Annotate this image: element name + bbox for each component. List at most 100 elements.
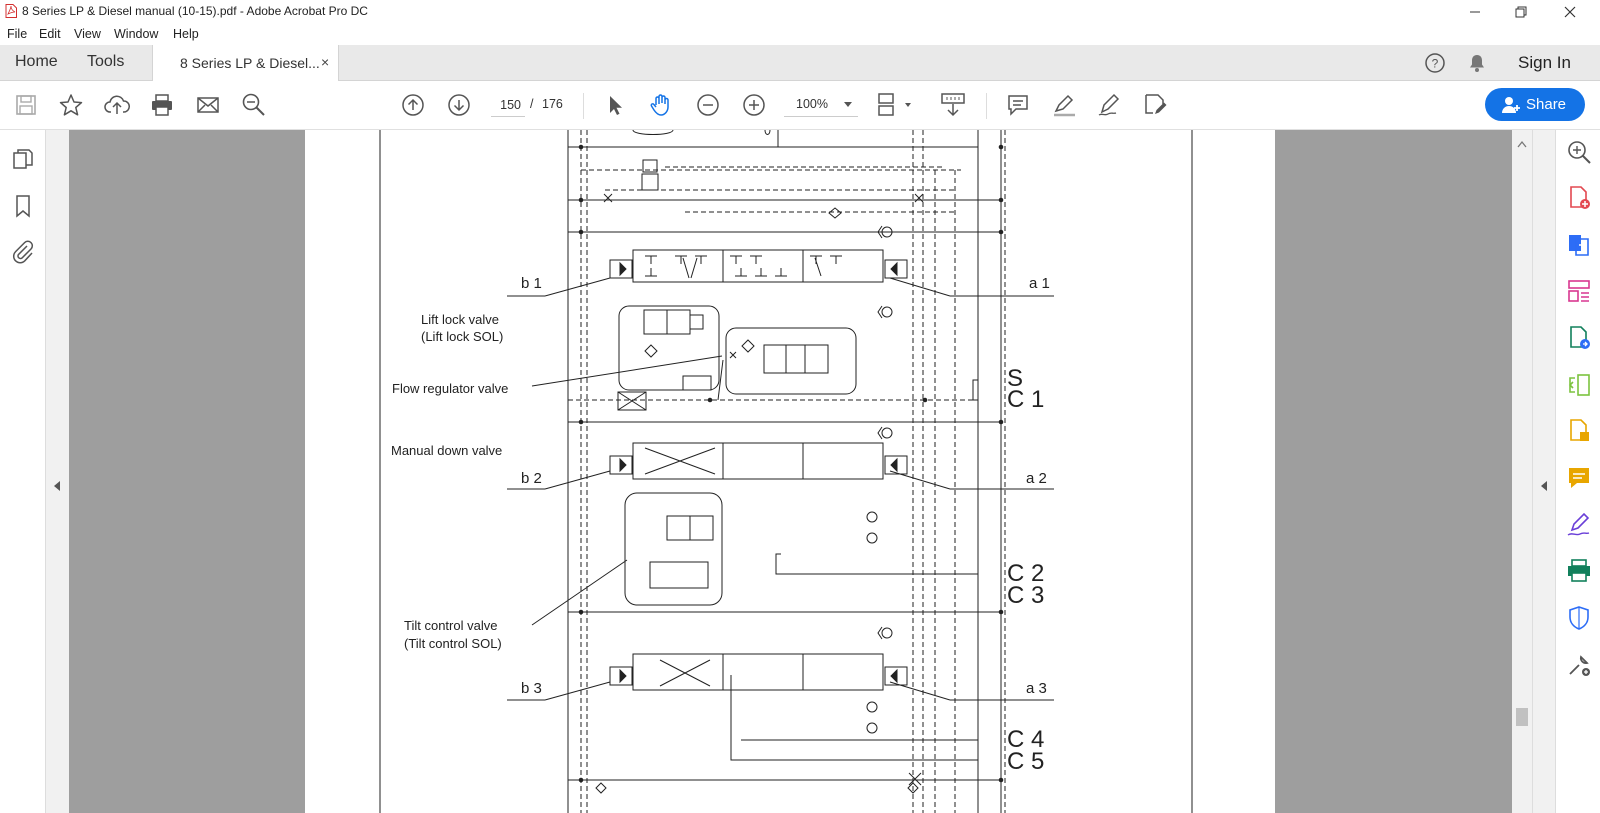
search-zoom-icon [242, 93, 265, 116]
help-icon[interactable]: ? [1424, 52, 1446, 74]
menu-edit[interactable]: Edit [39, 27, 61, 41]
close-icon [1564, 6, 1576, 18]
zoom-level-value: 100% [796, 97, 828, 111]
page-separator: / [530, 97, 534, 111]
menu-view[interactable]: View [74, 27, 101, 41]
page-thumbnails-icon[interactable] [11, 147, 35, 171]
upload-cloud-button[interactable] [103, 91, 131, 119]
select-tool-button[interactable] [601, 91, 629, 119]
draw-button[interactable] [1095, 91, 1123, 119]
port-label-a3: a 3 [1026, 680, 1047, 697]
printer-icon [152, 94, 172, 116]
organize-pages-icon[interactable] [1566, 278, 1592, 304]
save-button[interactable] [12, 91, 40, 119]
scroll-up-arrow-icon[interactable] [1517, 140, 1527, 148]
port-label-a2: a 2 [1026, 470, 1047, 487]
next-page-button[interactable] [445, 91, 473, 119]
print-button[interactable] [148, 91, 176, 119]
search-zoom-icon[interactable] [1566, 139, 1592, 165]
previous-page-button[interactable] [399, 91, 427, 119]
tab-tools[interactable]: Tools [87, 53, 124, 71]
email-button[interactable] [194, 91, 222, 119]
comment-tool-icon[interactable] [1566, 465, 1592, 491]
port-label-c1: C 1 [1007, 386, 1045, 413]
minus-circle-icon [697, 94, 719, 116]
svg-text:?: ? [1432, 57, 1439, 71]
chevron-left-icon [1541, 481, 1547, 491]
highlighter-pen-icon [1054, 94, 1075, 117]
label-manual-down-valve: Manual down valve [391, 443, 503, 458]
edit-document-icon [1145, 94, 1167, 114]
cloud-upload-icon [104, 95, 130, 114]
pointer-arrow-icon [610, 96, 622, 115]
comment-button[interactable] [1004, 91, 1032, 119]
hydraulic-circuit-diagram [379, 130, 1193, 813]
tab-close-button[interactable]: × [321, 54, 329, 70]
print-production-icon[interactable] [1566, 558, 1592, 584]
port-label-b2: b 2 [521, 470, 542, 487]
search-button[interactable] [240, 91, 268, 119]
tab-document[interactable]: 8 Series LP & Diesel... × [152, 45, 339, 82]
zoom-level-dropdown[interactable]: 100% [784, 93, 858, 117]
port-label-c5: C 5 [1007, 748, 1045, 775]
share-file-icon[interactable] [1566, 325, 1592, 351]
left-navigation-panel [0, 130, 46, 813]
toolbar-divider-2 [986, 93, 987, 119]
arrow-down-circle-icon [448, 94, 470, 116]
hand-tool-button[interactable] [648, 91, 676, 119]
label-flow-regulator-valve: Flow regulator valve [392, 381, 509, 396]
left-panel-collapse-bar[interactable] [46, 130, 69, 813]
protect-shield-icon[interactable] [1566, 605, 1592, 631]
hand-icon [650, 94, 669, 116]
menu-help[interactable]: Help [173, 27, 199, 41]
restore-button[interactable] [1498, 0, 1544, 24]
bookmark-icon[interactable] [11, 194, 35, 218]
scroll-mode-button[interactable] [937, 91, 969, 119]
save-disk-icon [16, 95, 36, 115]
close-window-button[interactable] [1547, 0, 1593, 24]
port-label-b1: b 1 [521, 275, 542, 292]
zoom-in-button[interactable] [740, 91, 768, 119]
scrollbar-thumb[interactable] [1516, 708, 1528, 726]
highlight-button[interactable] [1050, 91, 1078, 119]
bookmark-star-button[interactable] [57, 91, 85, 119]
page-display-button[interactable] [876, 91, 916, 119]
tab-document-label: 8 Series LP & Diesel... [180, 55, 320, 71]
tab-home[interactable]: Home [15, 53, 58, 71]
chevron-left-icon [54, 481, 60, 491]
plus-circle-icon [743, 94, 765, 116]
page-total: 176 [542, 97, 563, 111]
export-pdf-icon[interactable] [1566, 231, 1592, 257]
create-pdf-icon[interactable] [1566, 185, 1592, 211]
more-tools-icon[interactable] [1566, 652, 1592, 678]
attachment-paperclip-icon[interactable] [11, 240, 35, 264]
menu-window[interactable]: Window [114, 27, 158, 41]
window-title: 8 Series LP & Diesel manual (10-15).pdf … [22, 4, 368, 18]
tab-bar: Home Tools 8 Series LP & Diesel... × ? S… [0, 45, 1600, 82]
fill-and-sign-icon[interactable] [1566, 512, 1592, 538]
label-tilt-control-valve: Tilt control valve [404, 618, 498, 633]
label-tilt-control-sol: (Tilt control SOL) [404, 636, 502, 651]
compare-files-icon[interactable] [1566, 372, 1592, 398]
sign-in-link[interactable]: Sign In [1518, 53, 1571, 73]
vertical-scrollbar[interactable] [1512, 130, 1532, 813]
pdf-file-icon [5, 4, 17, 18]
right-tools-panel [1555, 130, 1600, 813]
title-bar: 8 Series LP & Diesel manual (10-15).pdf … [0, 0, 1600, 24]
fill-sign-button[interactable] [1141, 91, 1169, 119]
label-lift-lock-valve: Lift lock valve [421, 312, 500, 327]
scroll-down-icon [941, 93, 965, 117]
notifications-bell-icon[interactable] [1466, 52, 1488, 74]
zoom-out-button[interactable] [694, 91, 722, 119]
port-label-c3: C 3 [1007, 582, 1045, 609]
minimize-button[interactable] [1452, 0, 1498, 24]
main-toolbar: / 176 100% Share [0, 81, 1600, 130]
share-button[interactable]: Share [1485, 88, 1585, 121]
port-label-b3: b 3 [521, 680, 542, 697]
menu-file[interactable]: File [7, 27, 27, 41]
page-number-input[interactable] [491, 93, 525, 117]
port-label-a1: a 1 [1029, 275, 1050, 292]
edit-pdf-icon[interactable] [1566, 418, 1592, 444]
arrow-up-circle-icon [402, 94, 424, 116]
right-panel-collapse-bar[interactable] [1532, 130, 1555, 813]
